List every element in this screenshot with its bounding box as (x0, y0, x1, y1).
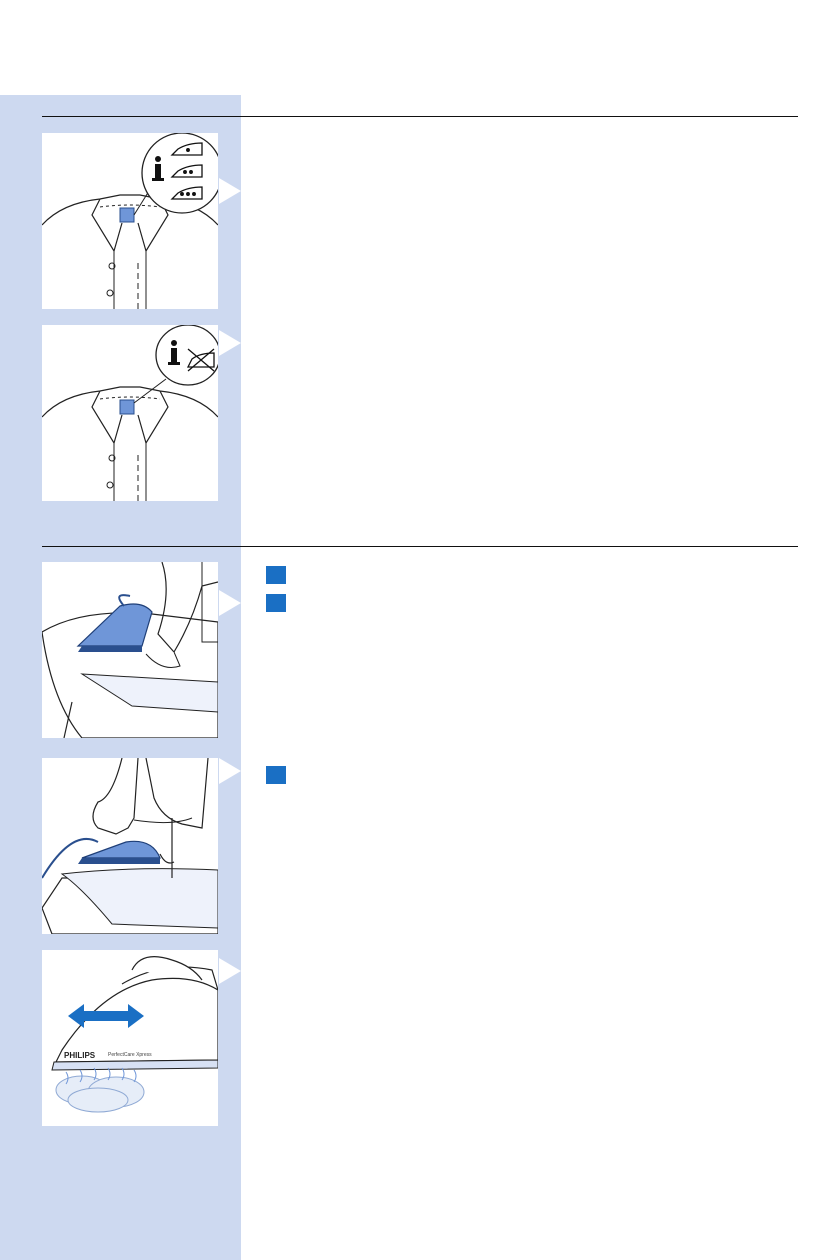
section-divider-middle (42, 546, 798, 547)
shirt-illustration (42, 133, 218, 309)
step-1-marker: 1 (266, 566, 286, 584)
iron-steam-panel: PHILIPS PerfectCare Xpress (42, 950, 218, 1126)
shirt-label-patch (119, 207, 135, 223)
panel-pointer (219, 178, 241, 204)
panel-pointer (219, 958, 241, 984)
ironing-illustration (42, 562, 218, 738)
ironing-board-panel-1 (42, 562, 218, 738)
iron (81, 840, 161, 859)
steam-cloud-icon (55, 1067, 145, 1113)
step-number: 2 (266, 594, 286, 612)
ironing-board-panel-2 (42, 758, 218, 934)
shirt-illustration (42, 325, 218, 501)
panel-pointer (219, 758, 241, 784)
section-divider-top (42, 116, 798, 117)
ironing-illustration (42, 758, 218, 934)
step-2-marker: 2 (266, 594, 286, 612)
panel-pointer (219, 590, 241, 616)
iron-model-label: PerfectCare Xpress (108, 1052, 152, 1058)
panel-pointer (219, 330, 241, 356)
iron-brand-label: PHILIPS (64, 1051, 96, 1060)
shirt-label-patch (119, 399, 135, 415)
shirt-label-temperature-panel (42, 133, 218, 309)
step-number: 1 (266, 566, 286, 584)
iron-closeup-illustration: PHILIPS PerfectCare Xpress (51, 956, 218, 1113)
step-3-marker: 3 (266, 766, 286, 784)
shirt-label-no-iron-panel (42, 325, 218, 501)
step-number: 3 (266, 766, 286, 784)
